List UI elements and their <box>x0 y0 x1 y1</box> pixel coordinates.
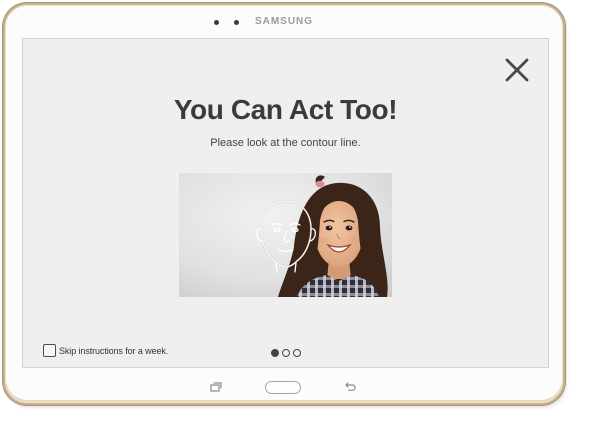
front-camera-icon <box>214 20 219 25</box>
skip-checkbox-label: Skip instructions for a week. <box>59 346 169 356</box>
instruction-photo <box>179 173 392 297</box>
page-title: You Can Act Too! <box>173 94 398 125</box>
page-dot-3[interactable] <box>293 349 301 357</box>
home-button-icon[interactable] <box>265 381 301 394</box>
tablet-screen: You Can Act Too! Please look at the cont… <box>22 38 549 368</box>
back-button[interactable] <box>343 381 357 393</box>
page-subtitle: Please look at the contour line. <box>210 137 361 149</box>
page-dot-2[interactable] <box>282 349 290 357</box>
sensor-icon <box>234 20 239 25</box>
close-icon[interactable] <box>505 58 529 82</box>
skip-instructions-option[interactable]: Skip instructions for a week. <box>43 344 173 358</box>
recent-apps-icon[interactable] <box>209 381 223 393</box>
close-button[interactable] <box>505 58 529 82</box>
back-icon[interactable] <box>343 381 357 393</box>
brand-logo: SAMSUNG <box>254 16 314 27</box>
page-dot-1[interactable] <box>271 349 279 357</box>
skip-checkbox[interactable] <box>43 344 56 357</box>
page-indicator <box>271 349 301 357</box>
recent-apps-button[interactable] <box>209 381 223 393</box>
